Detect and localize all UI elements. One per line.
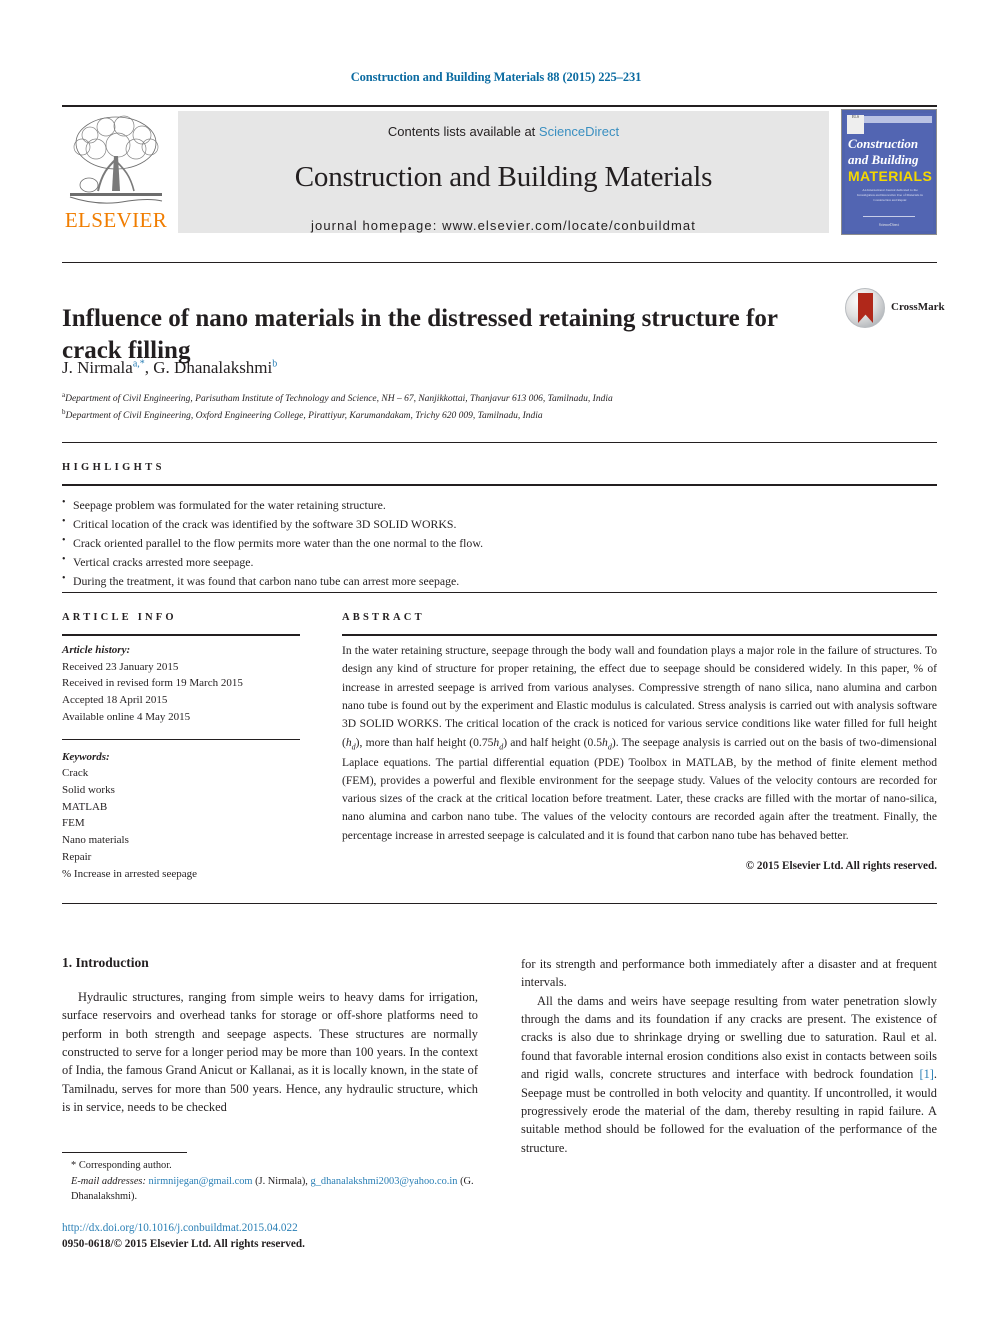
abstract-part-1: In the water retaining structure, seepag… — [342, 644, 937, 749]
issn-copyright-line: 0950-0618/© 2015 Elsevier Ltd. All right… — [62, 1238, 305, 1250]
running-head: Construction and Building Materials 88 (… — [350, 70, 642, 84]
doi-link[interactable]: http://dx.doi.org/10.1016/j.conbuildmat.… — [62, 1222, 298, 1234]
list-item: During the treatment, it was found that … — [62, 571, 762, 591]
keyword-item: MATLAB — [62, 800, 108, 813]
cover-title-line-3: MATERIALS — [848, 168, 933, 184]
paragraph: Hydraulic structures, ranging from simpl… — [62, 990, 478, 1115]
journal-homepage-link[interactable]: journal homepage: www.elsevier.com/locat… — [178, 218, 829, 233]
abstract-part-2: ), more than half height (0.75 — [355, 735, 494, 749]
reference-link-1[interactable]: [1] — [919, 1067, 933, 1081]
article-info-column: Article history: Received 23 January 201… — [62, 642, 312, 882]
author-marks-2: b — [272, 358, 278, 370]
keywords-label: Keywords: — [62, 750, 110, 763]
cover-title-line-1: Construction — [848, 136, 919, 151]
list-item: Crack oriented parallel to the flow perm… — [62, 533, 762, 553]
abstract-heading: ABSTRACT — [342, 612, 425, 623]
cover-footer-text: ScienceDirect — [878, 223, 900, 227]
list-item: Vertical cracks arrested more seepage. — [62, 552, 762, 572]
crossmark-ribbon-icon — [858, 293, 873, 323]
info-top-divider — [62, 592, 937, 593]
affiliation-text-2: Department of Civil Engineering, Oxford … — [65, 411, 543, 422]
abstract-bottom-divider — [62, 903, 937, 904]
email-link-1[interactable]: nirmnijegan@gmail.com — [149, 1176, 253, 1187]
email-link-2[interactable]: g_dhanalakshmi2003@yahoo.co.in — [311, 1176, 458, 1187]
affiliation-2: bDepartment of Civil Engineering, Oxford… — [62, 407, 892, 424]
paragraph: All the dams and weirs have seepage resu… — [521, 992, 937, 1157]
affiliation-list: aDepartment of Civil Engineering, Parisu… — [62, 390, 892, 424]
article-history-item: Received in revised form 19 March 2015 — [62, 677, 243, 690]
email-addresses-note: E-mail addresses: nirmnijegan@gmail.com … — [62, 1174, 482, 1205]
keyword-item: Repair — [62, 850, 92, 863]
article-history-label: Article history: — [62, 644, 131, 656]
author-marks-1: a,* — [132, 358, 145, 370]
abstract-part-3: ) and half height (0.5 — [503, 735, 603, 749]
abstract-part-4: ). The seepage analysis is carried out o… — [342, 735, 938, 842]
author-list: J. Nirmalaa,*, G. Dhanalakshmib — [62, 358, 278, 377]
article-history-item: Accepted 18 April 2015 — [62, 694, 168, 707]
crossmark-badge[interactable]: CrossMark — [845, 288, 945, 330]
corresponding-author-text: Corresponding author. — [78, 1160, 172, 1171]
crossmark-label: CrossMark — [891, 301, 945, 313]
article-info-rule — [62, 634, 300, 636]
sciencedirect-link[interactable]: ScienceDirect — [539, 124, 619, 139]
author-name-1: J. Nirmala — [62, 358, 133, 377]
footnote-block: * Corresponding author. E-mail addresses… — [62, 1158, 482, 1205]
contents-available-line: Contents lists available at ScienceDirec… — [178, 124, 829, 139]
email-owner-1: (J. Nirmala), — [255, 1175, 308, 1187]
affiliation-1: aDepartment of Civil Engineering, Parisu… — [62, 390, 892, 407]
cover-divider — [862, 216, 916, 217]
abstract-text: In the water retaining structure, seepag… — [342, 642, 937, 845]
abstract-rule — [342, 634, 937, 636]
body-column-left: Hydraulic structures, ranging from simpl… — [62, 988, 478, 1117]
keyword-item: Nano materials — [62, 834, 129, 847]
paragraph-part-a: All the dams and weirs have seepage resu… — [521, 993, 937, 1082]
keyword-item: Crack — [62, 767, 89, 780]
article-history-item: Available online 4 May 2015 — [62, 710, 191, 723]
abstract-copyright: © 2015 Elsevier Ltd. All rights reserved… — [745, 860, 937, 873]
affiliation-text-1: Department of Civil Engineering, Parisut… — [65, 394, 613, 405]
body-column-right: for its strength and performance both im… — [521, 955, 937, 1157]
asterisk-icon: * — [71, 1160, 77, 1171]
title-divider — [62, 262, 937, 263]
elsevier-logo: ELSEVIER — [62, 111, 170, 233]
contents-prefix: Contents lists available at — [387, 124, 539, 139]
highlights-list: Seepage problem was formulated for the w… — [62, 495, 762, 592]
sciencedirect-banner: Contents lists available at ScienceDirec… — [178, 111, 829, 233]
journal-title: Construction and Building Materials — [294, 161, 713, 193]
journal-masthead: ELSEVIER Contents lists available at Sci… — [62, 105, 937, 235]
journal-cover-thumbnail: ELS Construction and Building MATERIALS … — [841, 109, 937, 235]
paragraph: for its strength and performance both im… — [521, 957, 937, 990]
highlights-rule — [62, 484, 937, 486]
highlights-top-divider — [62, 442, 937, 443]
elsevier-tree-icon — [69, 115, 163, 204]
article-history-item: Received 23 January 2015 — [62, 660, 179, 673]
keyword-item: % Increase in arrested seepage — [62, 867, 197, 880]
keyword-item: Solid works — [62, 784, 115, 797]
highlights-heading: HIGHLIGHTS — [62, 462, 165, 473]
cover-publisher-badge: ELS — [847, 115, 864, 134]
list-item: Critical location of the crack was ident… — [62, 514, 762, 534]
section-title-introduction: 1. Introduction — [62, 955, 149, 970]
elsevier-wordmark: ELSEVIER — [64, 208, 168, 232]
footnote-divider — [62, 1152, 187, 1153]
crossmark-circle-icon — [845, 288, 885, 328]
keywords-divider — [62, 738, 300, 740]
email-addresses-label: E-mail addresses: — [71, 1175, 146, 1187]
cover-blurb: An International Journal dedicated to th… — [857, 188, 923, 203]
cover-stripe — [862, 116, 933, 123]
abstract-column: In the water retaining structure, seepag… — [342, 642, 937, 876]
cover-title-line-2: and Building — [848, 152, 919, 167]
list-item: Seepage problem was formulated for the w… — [62, 495, 762, 515]
journal-article-page: Construction and Building Materials 88 (… — [0, 0, 992, 1323]
corresponding-author-note: * Corresponding author. — [62, 1158, 482, 1174]
author-name-2: G. Dhanalakshmi — [153, 358, 273, 377]
article-info-heading: ARTICLE INFO — [62, 612, 177, 623]
keyword-item: FEM — [62, 817, 85, 830]
